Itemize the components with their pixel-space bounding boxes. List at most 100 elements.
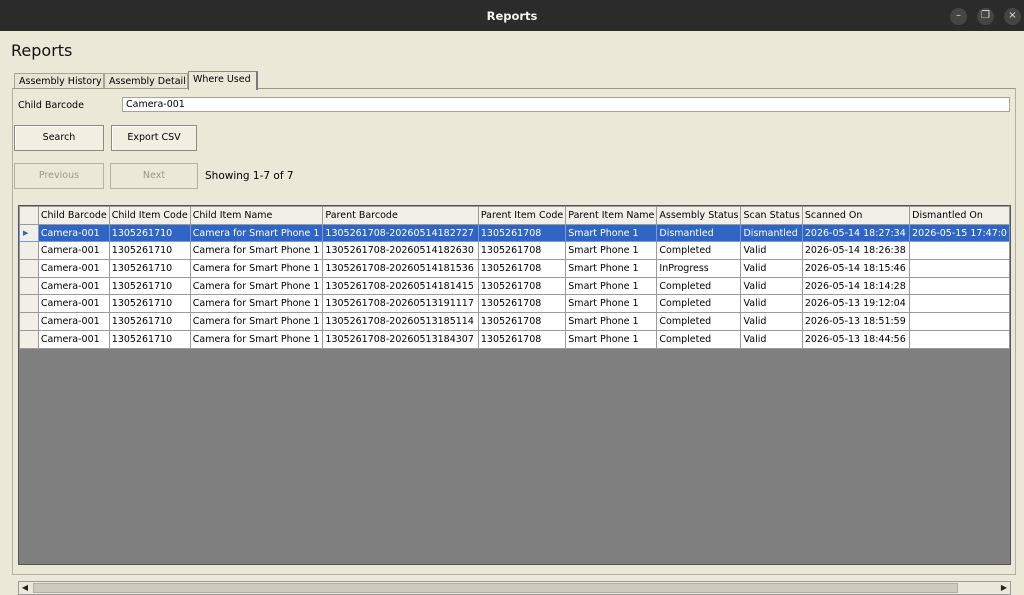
scroll-right-arrow-icon[interactable]: ▶ [998, 582, 1010, 594]
table-row[interactable]: Camera-001 1305261710 Camera for Smart Pho… [19, 312, 1010, 331]
table-cell[interactable]: 1305261710 [108, 223, 191, 243]
table-cell[interactable]: 2026-05-14 18:14:28 [801, 276, 911, 296]
table-cell[interactable]: 2026-05-14 18:27:34 [801, 223, 911, 243]
table-cell[interactable]: 2026-05-14 18:15:46 [801, 259, 911, 278]
column-header[interactable]: Parent Item Name [565, 206, 658, 225]
table-cell[interactable]: Camera for Smart Phone 1 [189, 259, 324, 278]
table-cell[interactable]: 2026-05-14 18:26:38 [801, 241, 911, 261]
table-cell[interactable] [909, 259, 1010, 278]
table-cell[interactable]: 1305261708 [477, 294, 567, 314]
table-cell[interactable]: Valid [740, 259, 803, 278]
table-cell[interactable]: Smart Phone 1 [565, 329, 658, 349]
column-header[interactable]: Child Barcode [37, 206, 110, 225]
table-cell[interactable]: Valid [740, 241, 803, 261]
row-header[interactable] [19, 276, 39, 296]
table-cell[interactable]: Completed [656, 241, 742, 261]
table-cell[interactable]: Camera for Smart Phone 1 [189, 312, 324, 331]
table-cell[interactable]: 1305261710 [108, 294, 191, 314]
column-header[interactable]: Child Item Code [108, 206, 191, 225]
tab-assembly-history[interactable]: Assembly History [14, 73, 104, 89]
table-row[interactable]: Camera-001 1305261710 Camera for Smart Pho… [19, 276, 1010, 296]
table-cell[interactable]: 1305261708-20260513191117 [322, 294, 479, 314]
table-cell[interactable]: Smart Phone 1 [565, 259, 658, 278]
row-header[interactable] [19, 294, 39, 314]
table-cell[interactable]: Completed [656, 329, 742, 349]
table-cell[interactable]: Smart Phone 1 [565, 241, 658, 261]
table-cell[interactable]: Camera-001 [37, 276, 110, 296]
column-header[interactable]: Parent Barcode [322, 206, 479, 225]
close-button[interactable]: × [1004, 8, 1021, 25]
where-used-grid[interactable]: Child Barcode Child Item Code Child Item… [18, 205, 1011, 565]
table-cell[interactable]: Camera-001 [37, 223, 110, 243]
table-cell[interactable]: 1305261710 [108, 276, 191, 296]
tab-where-used[interactable]: Where Used [188, 71, 258, 90]
row-header[interactable] [19, 312, 39, 331]
table-cell[interactable]: Camera-001 [37, 294, 110, 314]
horizontal-scrollbar[interactable]: ◀ ▶ [18, 581, 1011, 595]
table-cell[interactable]: 2026-05-13 18:51:59 [801, 312, 911, 331]
next-button[interactable]: Next [110, 163, 198, 189]
table-cell[interactable]: Camera-001 [37, 259, 110, 278]
current-row-arrow-icon[interactable]: ▶ [19, 223, 39, 243]
table-cell[interactable]: 1305261708-20260513184307 [322, 329, 479, 349]
column-header[interactable]: Scanned On [801, 206, 911, 225]
table-cell[interactable]: Camera for Smart Phone 1 [189, 223, 324, 243]
table-cell[interactable]: Dismantled [740, 223, 803, 243]
restore-button[interactable]: ❐ [977, 8, 994, 25]
table-cell[interactable]: 2026-05-15 17:47:0 [909, 223, 1010, 243]
table-cell[interactable]: 1305261708 [477, 223, 567, 243]
column-header[interactable]: Child Item Name [189, 206, 324, 225]
table-cell[interactable]: Completed [656, 294, 742, 314]
search-button[interactable]: Search [14, 125, 104, 151]
table-cell[interactable]: 1305261710 [108, 312, 191, 331]
table-cell[interactable]: 1305261708-20260514181415 [322, 276, 479, 296]
table-cell[interactable]: 1305261708 [477, 241, 567, 261]
table-row[interactable]: Camera-001 1305261710 Camera for Smart Pho… [19, 259, 1010, 278]
table-cell[interactable]: Smart Phone 1 [565, 312, 658, 331]
table-cell[interactable]: 1305261708 [477, 276, 567, 296]
row-header[interactable] [19, 329, 39, 349]
export-csv-button[interactable]: Export CSV [111, 125, 197, 151]
table-cell[interactable]: Valid [740, 294, 803, 314]
column-header[interactable]: Parent Item Code [477, 206, 567, 225]
table-cell[interactable]: Camera for Smart Phone 1 [189, 241, 324, 261]
table-cell[interactable] [909, 329, 1010, 349]
table-cell[interactable] [909, 241, 1010, 261]
table-cell[interactable] [909, 294, 1010, 314]
table-cell[interactable]: Smart Phone 1 [565, 223, 658, 243]
table-cell[interactable]: 1305261708-20260513185114 [322, 312, 479, 331]
column-header[interactable]: Scan Status [740, 206, 803, 225]
table-cell[interactable]: Smart Phone 1 [565, 294, 658, 314]
table-cell[interactable]: 2026-05-13 19:12:04 [801, 294, 911, 314]
table-cell[interactable]: 1305261710 [108, 259, 191, 278]
table-cell[interactable]: Dismantled [656, 223, 742, 243]
table-cell[interactable]: 1305261710 [108, 329, 191, 349]
table-cell[interactable]: Camera-001 [37, 241, 110, 261]
table-cell[interactable]: Valid [740, 329, 803, 349]
table-cell[interactable]: Camera-001 [37, 312, 110, 331]
table-cell[interactable]: Camera for Smart Phone 1 [189, 276, 324, 296]
column-header[interactable]: Assembly Status [656, 206, 742, 225]
table-cell[interactable]: Completed [656, 276, 742, 296]
table-cell[interactable]: 1305261708-20260514182727 [322, 223, 479, 243]
table-cell[interactable]: Camera-001 [37, 329, 110, 349]
table-cell[interactable]: 1305261708 [477, 259, 567, 278]
table-cell[interactable]: Valid [740, 276, 803, 296]
table-row[interactable]: ▶ Camera-001 1305261710 Camera for Smart Ph… [19, 223, 1010, 243]
table-cell[interactable]: 1305261708-20260514182630 [322, 241, 479, 261]
table-row[interactable]: Camera-001 1305261710 Camera for Smart Pho… [19, 329, 1010, 349]
scroll-thumb[interactable] [33, 583, 958, 593]
table-cell[interactable]: 1305261708-20260514181536 [322, 259, 479, 278]
table-cell[interactable] [909, 276, 1010, 296]
table-cell[interactable] [909, 312, 1010, 331]
table-cell[interactable]: 2026-05-13 18:44:56 [801, 329, 911, 349]
scroll-left-arrow-icon[interactable]: ◀ [19, 582, 31, 594]
row-header[interactable] [19, 241, 39, 261]
child-barcode-input[interactable] [122, 97, 1010, 112]
table-row[interactable]: Camera-001 1305261710 Camera for Smart Pho… [19, 294, 1010, 314]
column-header[interactable]: Dismantled On [909, 206, 1010, 225]
table-cell[interactable]: Camera for Smart Phone 1 [189, 329, 324, 349]
table-cell[interactable]: Smart Phone 1 [565, 276, 658, 296]
row-header[interactable] [19, 259, 39, 278]
table-cell[interactable]: InProgress [656, 259, 742, 278]
